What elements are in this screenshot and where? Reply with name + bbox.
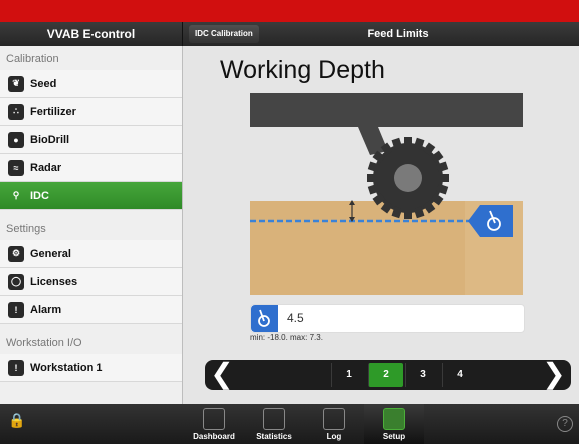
page-navigator: ❮ 1 2 3 4 ❯ — [205, 360, 571, 390]
page-4-button[interactable]: 4 — [442, 363, 477, 387]
biodrill-icon: ● — [8, 131, 24, 148]
sidebar-item-alarm[interactable]: ! Alarm — [0, 296, 182, 324]
licenses-icon: ◯ — [8, 273, 24, 290]
tab-label: Statistics — [256, 432, 292, 441]
prev-page-button[interactable]: ❮ — [205, 360, 239, 390]
working-depth-input[interactable]: 4.5 — [250, 304, 525, 333]
sidebar-section-settings: Settings — [6, 223, 46, 235]
idc-icon: ⚲ — [12, 190, 20, 200]
tab-dashboard[interactable]: Dashboard — [184, 404, 244, 444]
sidebar-item-seed[interactable]: ❦ Seed — [0, 70, 182, 98]
tab-statistics[interactable]: Statistics — [244, 404, 304, 444]
workstation-icon: ! — [8, 359, 24, 376]
radar-icon: ≈ — [8, 159, 24, 176]
sidebar-item-label: Radar — [30, 161, 62, 174]
range-text: min: -18.0. max: 7.3. — [250, 333, 323, 342]
seed-icon: ❦ — [8, 75, 24, 92]
sidebar-item-label: Fertilizer — [30, 105, 76, 118]
sidebar-item-label: IDC — [30, 189, 49, 202]
sidebar-item-workstation-1[interactable]: ! Workstation 1 — [0, 354, 182, 382]
tab-label: Log — [326, 432, 342, 441]
sidebar-item-label: BioDrill — [30, 133, 70, 146]
sidebar-item-general[interactable]: ⚙ General — [0, 240, 182, 268]
sidebar-item-label: General — [30, 247, 71, 260]
app-title: VVAB E-control — [0, 22, 182, 46]
fertilizer-icon: ∴ — [8, 103, 24, 120]
statistics-icon — [263, 408, 285, 430]
general-icon: ⚙ — [8, 245, 24, 262]
working-depth-illustration — [250, 93, 523, 295]
page-title: Feed Limits — [367, 28, 429, 40]
help-icon[interactable]: ? — [557, 416, 573, 432]
sidebar-item-licenses[interactable]: ◯ Licenses — [0, 268, 182, 296]
header: IDC Calibration Feed Limits — [182, 22, 579, 46]
sidebar-item-label: Seed — [30, 77, 57, 90]
working-depth-title: Working Depth — [220, 56, 385, 84]
sidebar-item-radar[interactable]: ≈ Radar — [0, 154, 182, 182]
sidebar: Calibration ❦ Seed ∴ Fertilizer ● BioDrill … — [0, 46, 183, 404]
page-3-button[interactable]: 3 — [405, 363, 440, 387]
alarm-icon: ! — [8, 301, 24, 318]
sidebar-item-biodrill[interactable]: ● BioDrill — [0, 126, 182, 154]
page-2-button[interactable]: 2 — [368, 363, 403, 387]
top-red-bar — [0, 0, 579, 22]
sidebar-item-fertilizer[interactable]: ∴ Fertilizer — [0, 98, 182, 126]
log-icon — [323, 408, 345, 430]
main-panel: Working Depth 4.5 min: -18.0. max: 7.3. … — [183, 46, 579, 404]
bottom-tab-bar: Dashboard Statistics Log Setup — [0, 404, 579, 444]
lock-icon[interactable]: 🔒 — [8, 412, 25, 430]
sidebar-item-label: Workstation 1 — [30, 361, 103, 374]
tab-label: Setup — [382, 432, 406, 441]
setup-icon — [383, 408, 405, 430]
idc-icon — [251, 305, 278, 332]
sidebar-item-label: Licenses — [30, 275, 78, 288]
tab-log[interactable]: Log — [304, 404, 364, 444]
idc-calibration-tab[interactable]: IDC Calibration — [189, 25, 259, 43]
tab-label: Dashboard — [193, 432, 235, 441]
dashboard-icon — [203, 408, 225, 430]
sidebar-item-label: Alarm — [30, 303, 62, 316]
next-page-button[interactable]: ❯ — [537, 360, 571, 390]
working-depth-value: 4.5 — [287, 311, 304, 325]
sidebar-item-idc[interactable]: ⚲ IDC — [0, 182, 182, 210]
page-1-button[interactable]: 1 — [331, 363, 366, 387]
sidebar-section-calibration: Calibration — [6, 53, 59, 65]
sidebar-section-workstation-io: Workstation I/O — [6, 337, 82, 349]
tab-setup[interactable]: Setup — [364, 404, 424, 444]
